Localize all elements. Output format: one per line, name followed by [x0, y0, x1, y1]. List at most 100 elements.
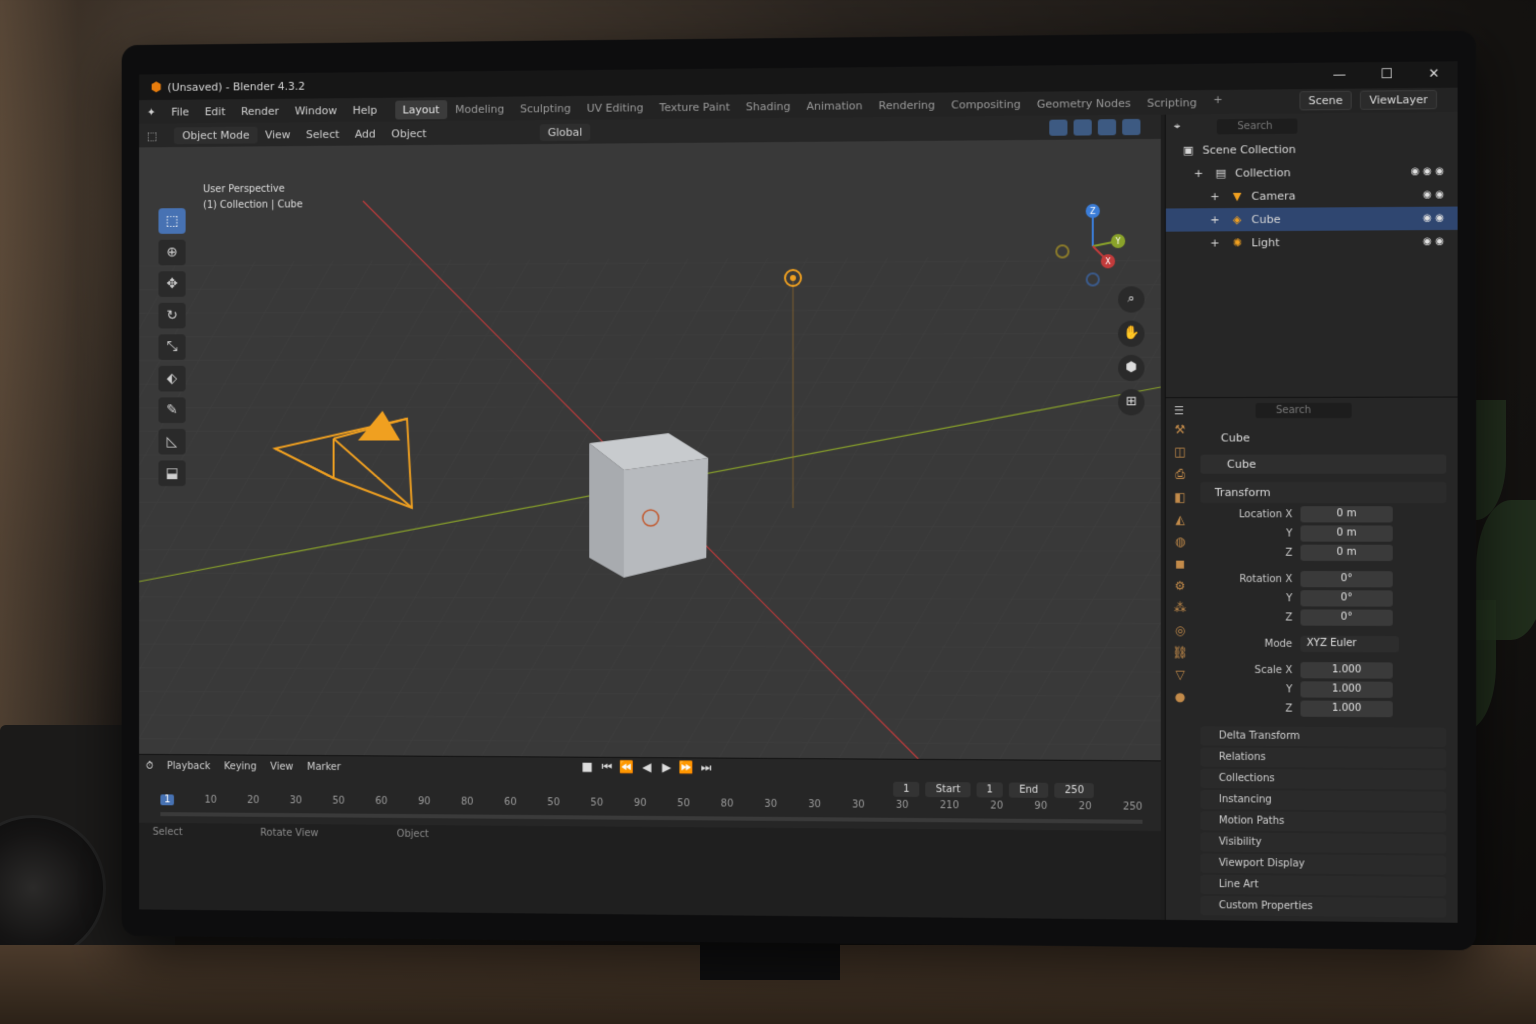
- output-tab-icon[interactable]: ⎙: [1175, 467, 1185, 482]
- material-shading-icon[interactable]: [1097, 119, 1117, 136]
- world-tab-icon[interactable]: ◍: [1175, 534, 1186, 548]
- constraints-tab-icon[interactable]: ⛓: [1172, 645, 1187, 659]
- move-tool-icon[interactable]: ✥: [158, 271, 186, 297]
- start-frame-field[interactable]: 1: [976, 782, 1003, 798]
- properties-search-input[interactable]: Search: [1255, 402, 1352, 418]
- particles-tab-icon[interactable]: ⁂: [1174, 601, 1186, 615]
- tab-shading[interactable]: Shading: [738, 96, 799, 116]
- pan-hand-icon[interactable]: ✋: [1118, 320, 1145, 347]
- menu-edit[interactable]: Edit: [197, 105, 233, 118]
- maximize-button[interactable]: ☐: [1363, 62, 1410, 89]
- outliner-item-camera[interactable]: + ▼ Camera ◉ ◉: [1166, 183, 1458, 208]
- location-x-field[interactable]: 0 m: [1300, 506, 1393, 523]
- add-workspace-button[interactable]: +: [1205, 92, 1231, 111]
- tab-texture-paint[interactable]: Texture Paint: [651, 97, 737, 117]
- motion-paths-panel[interactable]: Motion Paths: [1200, 811, 1447, 833]
- rotation-mode-dropdown[interactable]: XYZ Euler: [1300, 635, 1399, 653]
- rotation-x-field[interactable]: 0°: [1300, 570, 1393, 588]
- tab-geometry-nodes[interactable]: Geometry Nodes: [1029, 93, 1139, 113]
- play-reverse-icon[interactable]: ◀: [639, 760, 655, 775]
- end-frame-field[interactable]: 250: [1054, 782, 1095, 799]
- timeline-menu-keying[interactable]: Keying: [217, 761, 263, 772]
- timeline-menu-marker[interactable]: Marker: [300, 761, 347, 772]
- scale-y-field[interactable]: 1.000: [1300, 681, 1393, 698]
- outliner-scene-collection[interactable]: ▣ Scene Collection: [1166, 136, 1458, 162]
- line-art-panel[interactable]: Line Art: [1200, 874, 1447, 897]
- record-icon[interactable]: ■: [579, 760, 595, 775]
- jump-end-icon[interactable]: ⏭: [698, 760, 714, 775]
- collections-panel[interactable]: Collections: [1200, 768, 1447, 790]
- object-tab-icon[interactable]: ◼: [1175, 557, 1185, 571]
- outliner-collection[interactable]: + ▤ Collection ◉ ◉ ◉: [1166, 160, 1458, 185]
- outliner-item-cube[interactable]: + ◈ Cube ◉ ◉: [1165, 206, 1458, 232]
- select-box-tool-icon[interactable]: ⬚: [158, 208, 186, 234]
- viewport-menu-view[interactable]: View: [257, 126, 298, 143]
- timeline-menu-view[interactable]: View: [263, 761, 300, 772]
- outliner-editor-icon[interactable]: ⌖: [1174, 120, 1180, 134]
- tab-modeling[interactable]: Modeling: [447, 99, 512, 118]
- location-z-field[interactable]: 0 m: [1300, 544, 1393, 562]
- jump-keyframe-back-icon[interactable]: ⏪: [619, 760, 635, 775]
- rotation-y-field[interactable]: 0°: [1300, 590, 1393, 607]
- timeline-menu-playback[interactable]: Playback: [160, 760, 217, 771]
- menu-help[interactable]: Help: [345, 103, 385, 116]
- timeline-editor-icon[interactable]: ⏱: [139, 760, 160, 771]
- expand-icon[interactable]: +: [1190, 167, 1206, 180]
- close-button[interactable]: ✕: [1410, 61, 1457, 88]
- jump-start-icon[interactable]: ⏮: [599, 760, 615, 775]
- data-tab-icon[interactable]: ▽: [1175, 668, 1184, 682]
- menu-window[interactable]: Window: [287, 104, 345, 117]
- relations-panel[interactable]: Relations: [1200, 747, 1447, 769]
- camera-view-icon[interactable]: ⬢: [1118, 354, 1145, 382]
- scale-z-field[interactable]: 1.000: [1300, 700, 1393, 718]
- view-layer-dropdown[interactable]: ViewLayer: [1360, 89, 1438, 110]
- instancing-panel[interactable]: Instancing: [1200, 789, 1447, 811]
- viewport-display-panel[interactable]: Viewport Display: [1200, 853, 1447, 875]
- view-layer-tab-icon[interactable]: ◧: [1174, 490, 1186, 504]
- delta-transform-panel[interactable]: Delta Transform: [1200, 726, 1447, 747]
- viewport-menu-object[interactable]: Object: [384, 125, 435, 142]
- viewport-menu-add[interactable]: Add: [347, 125, 383, 142]
- current-frame-field[interactable]: 1: [893, 781, 920, 797]
- tab-rendering[interactable]: Rendering: [871, 95, 943, 115]
- scene-tab-icon[interactable]: ◭: [1175, 512, 1184, 526]
- tab-animation[interactable]: Animation: [798, 96, 870, 116]
- location-y-field[interactable]: 0 m: [1300, 525, 1393, 542]
- menu-file[interactable]: File: [164, 105, 197, 118]
- outliner-search-input[interactable]: Search: [1216, 118, 1297, 134]
- scale-x-field[interactable]: 1.000: [1300, 662, 1393, 679]
- outliner-item-light[interactable]: + ✺ Light ◉ ◉: [1166, 230, 1458, 255]
- tool-tab-icon[interactable]: ⚒: [1175, 422, 1186, 436]
- ruler-current-frame[interactable]: 1: [160, 794, 175, 806]
- object-mode-dropdown[interactable]: Object Mode: [174, 126, 258, 144]
- add-cube-tool-icon[interactable]: ⬓: [158, 460, 186, 487]
- transform-panel-header[interactable]: Transform: [1200, 481, 1447, 504]
- tab-sculpting[interactable]: Sculpting: [512, 98, 579, 117]
- physics-tab-icon[interactable]: ◎: [1175, 623, 1186, 637]
- solid-shading-icon[interactable]: [1073, 119, 1092, 136]
- minimize-button[interactable]: —: [1316, 62, 1363, 89]
- jump-keyframe-forward-icon[interactable]: ⏩: [678, 760, 694, 775]
- tab-layout[interactable]: Layout: [394, 99, 448, 120]
- perspective-toggle-icon[interactable]: ⊞: [1118, 389, 1145, 416]
- transform-tool-icon[interactable]: ⬖: [158, 365, 186, 392]
- editor-type-icon[interactable]: ⬚: [139, 127, 165, 144]
- modifier-tab-icon[interactable]: ⚙: [1175, 579, 1186, 593]
- play-icon[interactable]: ▶: [659, 760, 675, 775]
- custom-properties-panel[interactable]: Custom Properties: [1200, 895, 1447, 918]
- camera-visibility-icons[interactable]: ◉ ◉: [1423, 189, 1444, 200]
- 3d-viewport[interactable]: ⬚ Object Mode View Select Add Object Glo…: [139, 114, 1161, 761]
- measure-tool-icon[interactable]: ◺: [158, 428, 186, 455]
- scale-tool-icon[interactable]: ⤡: [158, 334, 186, 360]
- expand-icon[interactable]: +: [1207, 236, 1223, 249]
- light-visibility-icons[interactable]: ◉ ◉: [1423, 236, 1444, 247]
- blender-menu-icon[interactable]: ✦: [139, 105, 163, 118]
- transform-orientation-dropdown[interactable]: Global: [539, 123, 591, 141]
- annotate-tool-icon[interactable]: ✎: [158, 397, 186, 424]
- tab-compositing[interactable]: Compositing: [943, 94, 1029, 114]
- cube-visibility-icons[interactable]: ◉ ◉: [1423, 213, 1444, 224]
- rotate-tool-icon[interactable]: ↻: [158, 302, 186, 329]
- expand-icon[interactable]: +: [1207, 190, 1223, 203]
- render-tab-icon[interactable]: ◫: [1174, 445, 1186, 459]
- tab-uv-editing[interactable]: UV Editing: [579, 98, 652, 118]
